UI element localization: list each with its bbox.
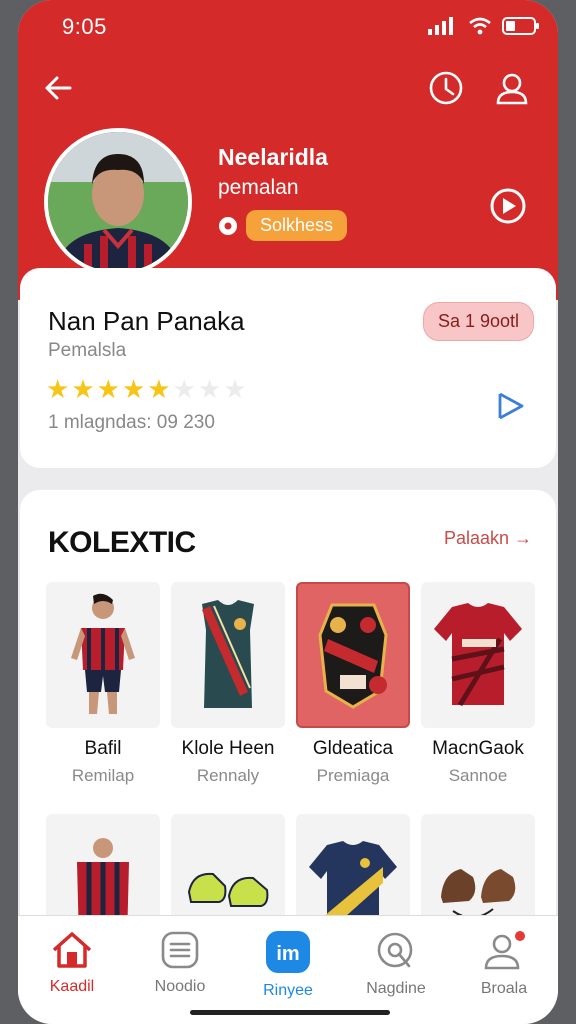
- star-filled-icon: ★: [121, 374, 146, 404]
- star-empty-icon: ★: [172, 374, 196, 404]
- item-thumbnail: [171, 582, 285, 728]
- item-title: Bafil: [84, 738, 122, 759]
- status-icons: [428, 16, 540, 36]
- user-icon: [496, 73, 528, 105]
- item-thumbnail: [296, 582, 410, 728]
- review-count: 1 mlagndas: 09 230: [48, 412, 215, 433]
- list-icon: [161, 931, 199, 969]
- item-thumbnail: [421, 582, 535, 728]
- header-name: Neelaridla: [218, 144, 328, 170]
- tab-label: Nagdine: [366, 980, 426, 997]
- tab-home[interactable]: Kaadil: [18, 916, 126, 1024]
- tab-label: Kaadil: [49, 978, 95, 995]
- search-icon: [377, 932, 413, 968]
- collection-item[interactable]: Gldeatica Premiaga: [296, 582, 410, 786]
- tab-search[interactable]: Nagdine: [342, 916, 450, 1024]
- avatar-photo: [48, 132, 188, 272]
- tab-label: Noodio: [154, 978, 206, 995]
- tab-im[interactable]: im Rinyee: [234, 916, 342, 1024]
- profile-header: 9:05 Neelaridla pemalan Solkhess: [18, 0, 558, 300]
- share-button[interactable]: [490, 386, 530, 426]
- player-figure-image: [71, 593, 135, 714]
- pin-icon: [219, 217, 237, 235]
- red-jersey-image: [434, 603, 522, 707]
- item-subtitle: Rennaly: [196, 766, 260, 785]
- profile-subtitle: Pemalsla: [48, 340, 127, 361]
- item-subtitle: Remilap: [71, 766, 135, 785]
- header-role: pemalan: [218, 176, 299, 199]
- svg-text:im: im: [276, 943, 299, 965]
- clock-icon: [429, 71, 463, 105]
- collection-item[interactable]: Klole Heen Rennaly: [171, 582, 285, 786]
- tab-label: Rinyee: [263, 982, 313, 999]
- share-arrow-icon: [498, 392, 524, 420]
- tab-profile[interactable]: Broala: [450, 916, 558, 1024]
- jersey-vest-image: [202, 600, 254, 708]
- home-indicator: [190, 1010, 390, 1015]
- status-time: 9:05: [62, 14, 107, 39]
- battery-icon: [502, 17, 539, 35]
- collection-item[interactable]: Bafil Remilap: [46, 582, 160, 786]
- phone-screen: 9:05 Neelaridla pemalan Solkhess Nan Pan…: [18, 0, 558, 1024]
- follow-pill[interactable]: Sa 1 9ootl: [422, 302, 534, 341]
- item-subtitle: Sannoe: [448, 766, 508, 785]
- history-button[interactable]: [426, 68, 466, 108]
- item-title: MacnGaok: [432, 738, 524, 759]
- tab-news[interactable]: Noodio: [126, 916, 234, 1024]
- back-button[interactable]: [38, 68, 78, 108]
- bottom-tab-bar: Kaadil Noodio im Rinyee Nagdine Broala: [18, 915, 558, 1024]
- star-filled-icon: ★: [71, 374, 95, 404]
- play-button[interactable]: [488, 186, 528, 226]
- rating-stars: ★ ★ ★ ★ ★ ★ ★ ★: [46, 376, 247, 402]
- im-icon: im: [266, 931, 310, 973]
- arrow-left-icon: [45, 76, 72, 100]
- crest-badge-image: [318, 603, 388, 709]
- item-subtitle: Premiaga: [316, 766, 390, 785]
- status-bar: 9:05: [18, 12, 558, 42]
- star-filled-icon: ★: [147, 374, 171, 404]
- see-all-link[interactable]: Palaakn →: [444, 528, 532, 549]
- wifi-icon: [469, 17, 491, 35]
- star-filled-icon: ★: [46, 374, 70, 404]
- section-title: KOLEXTIC: [48, 526, 196, 559]
- play-icon: [490, 188, 526, 224]
- item-title: Gldeatica: [312, 738, 394, 759]
- profile-card: Nan Pan Panaka Pemalsla ★ ★ ★ ★ ★ ★ ★ ★ 1 mlagn…: [20, 268, 556, 468]
- item-thumbnail: [46, 582, 160, 728]
- signal-icon: [428, 17, 453, 35]
- tab-label: Broala: [480, 980, 528, 997]
- star-empty-icon: ★: [197, 374, 222, 404]
- item-title: Klole Heen: [181, 738, 275, 759]
- star-empty-icon: ★: [223, 374, 247, 404]
- collection-grid: Bafil Remilap Klole Heen Rennaly Gldeati…: [46, 582, 538, 960]
- header-badge[interactable]: Solkhess: [246, 210, 348, 241]
- profile-icon: [484, 931, 525, 970]
- account-button[interactable]: [492, 68, 532, 108]
- collection-item[interactable]: MacnGaok Sannoe: [421, 582, 535, 786]
- profile-name: Nan Pan Panaka: [48, 306, 245, 336]
- profile-avatar: [44, 128, 192, 276]
- boots-image: [187, 872, 269, 907]
- home-icon: [52, 932, 92, 968]
- star-filled-icon: ★: [96, 374, 120, 404]
